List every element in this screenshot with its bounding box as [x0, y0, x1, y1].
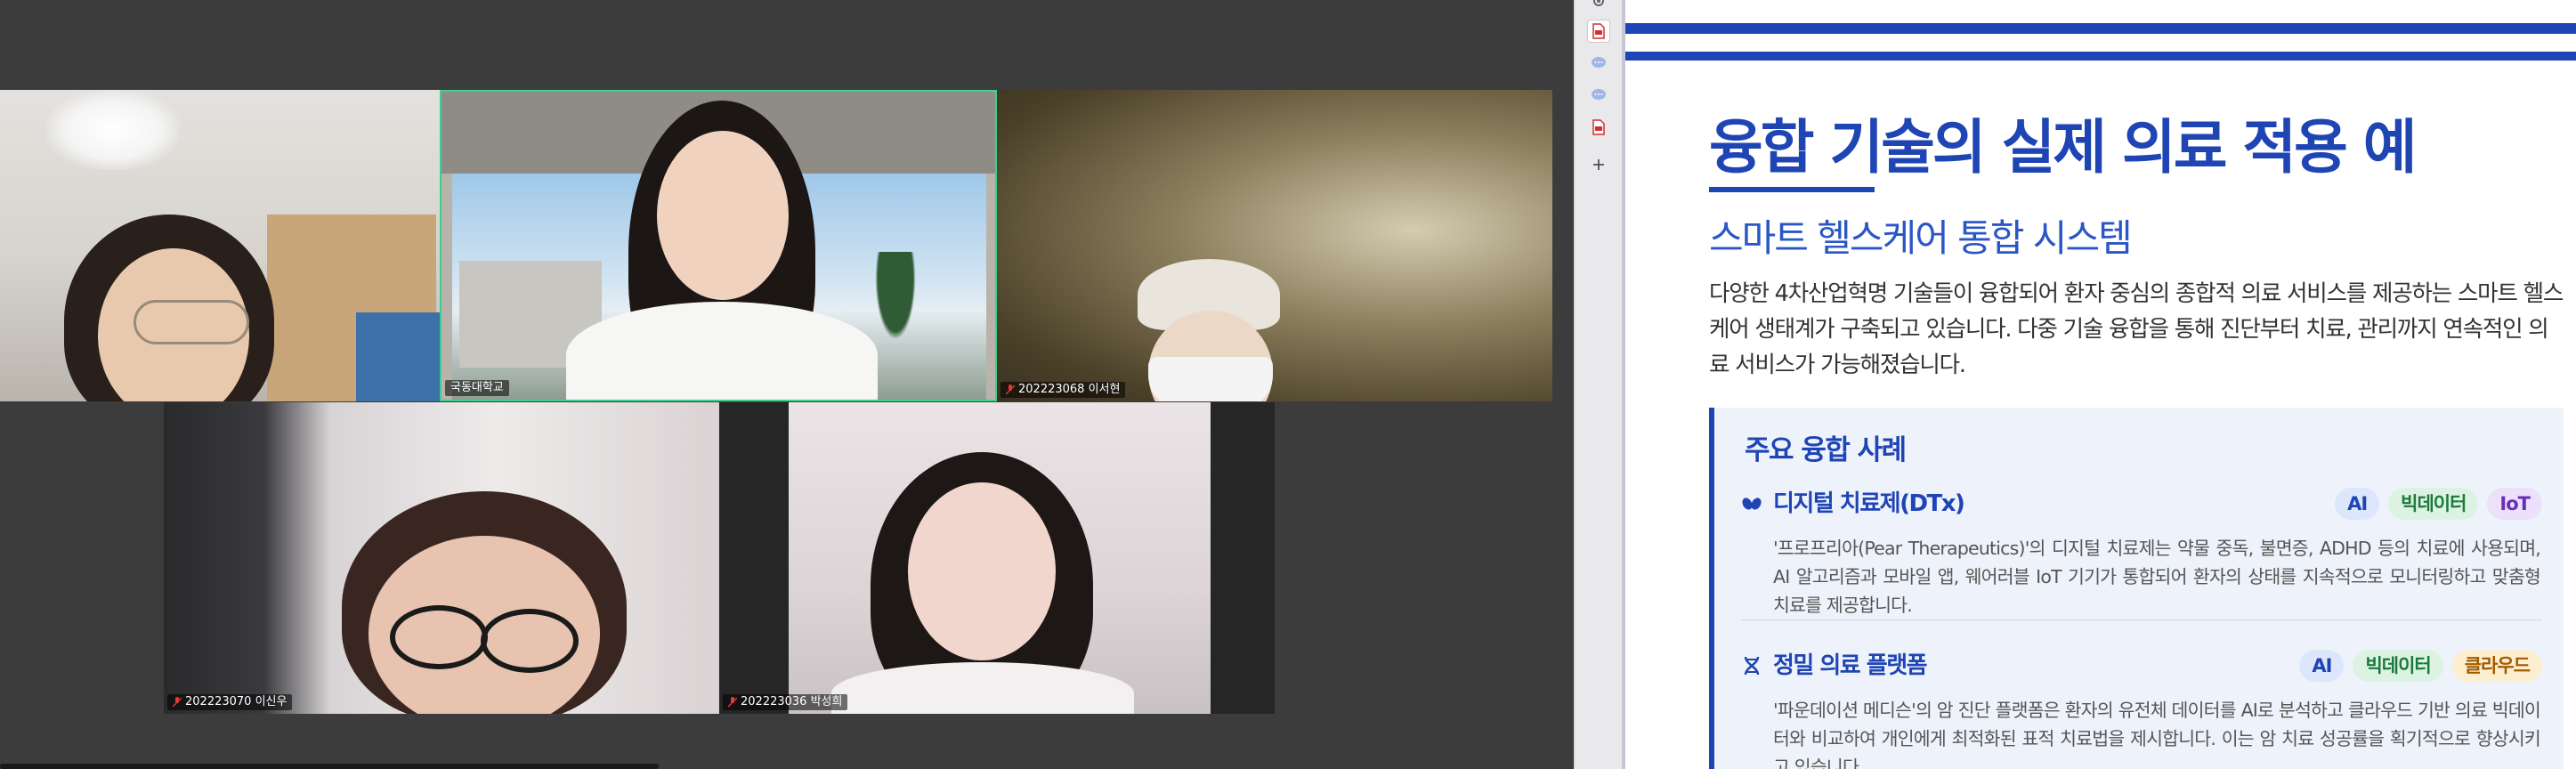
video-feed — [719, 402, 1275, 714]
cases-title: 주요 융합 사례 — [1745, 434, 1907, 466]
video-feed — [441, 92, 995, 400]
pdf-file-icon — [1592, 119, 1605, 135]
case-description: '프로프리아(Pear Therapeutics)'의 디지털 치료제는 약물 … — [1773, 538, 2541, 616]
title-underline — [1709, 187, 1875, 192]
case-separator — [1741, 619, 2542, 620]
pdf-file-button[interactable] — [1587, 20, 1610, 43]
slide-top-bar-thin — [1625, 52, 2576, 61]
participant-name: 202223036 박성희 — [741, 695, 843, 708]
participant-name-tag: 국동대학교 — [445, 380, 509, 396]
tag-iot: IoT — [2487, 488, 2542, 520]
microphone-muted-icon — [728, 697, 737, 708]
cases-box: 주요 융합 사례 디지털 치료제(DTx) AI 빅데이터 IoT '프로프리아… — [1709, 408, 2564, 769]
participant-name: 202223068 이서현 — [1018, 383, 1121, 396]
settings-button[interactable] — [1587, 0, 1610, 12]
glasses — [134, 300, 249, 344]
glasses — [390, 605, 488, 669]
video-tile-participant-1[interactable] — [0, 90, 440, 401]
chat-button[interactable] — [1587, 84, 1610, 107]
add-button[interactable] — [1587, 153, 1610, 176]
participant-name-tag: 202223068 이서현 — [1000, 382, 1126, 398]
video-tile-participant-2[interactable]: 국동대학교 — [440, 90, 997, 401]
video-feed — [997, 90, 1552, 401]
case-title: 디지털 치료제(DTx) — [1773, 490, 1965, 517]
slide-title: 융합 기술의 실제 의료 적용 예 — [1709, 113, 2418, 182]
dna-icon — [1744, 656, 1760, 676]
video-tile-participant-4[interactable]: 202223070 이신우 — [164, 402, 719, 714]
video-feed — [0, 90, 440, 401]
slide-intro-paragraph: 다양한 4차산업혁명 기술들이 융합되어 환자 중심의 종합적 의료 서비스를 … — [1709, 280, 2564, 378]
pdf-file-icon — [1592, 23, 1605, 39]
tag-ai: AI — [2299, 650, 2345, 682]
chat-bubble-icon — [1592, 57, 1606, 68]
tag-ai: AI — [2335, 488, 2380, 520]
tag-list: AI 빅데이터 IoT — [2335, 488, 2542, 520]
settings-icon — [1593, 0, 1604, 6]
add-icon — [1593, 159, 1604, 170]
glasses — [481, 609, 579, 673]
slide-subtitle: 스마트 헬스케어 통합 시스템 — [1709, 216, 2133, 260]
case-title: 정밀 의료 플랫폼 — [1773, 652, 1928, 679]
tag-cloud: 클라우드 — [2451, 650, 2542, 682]
slide-top-bar — [1625, 23, 2576, 34]
video-tile-participant-5[interactable]: 202223036 박성희 — [719, 402, 1275, 714]
pdf-file-button[interactable] — [1587, 116, 1610, 139]
side-toolbar — [1574, 0, 1622, 769]
case-header: 디지털 치료제(DTx) AI 빅데이터 IoT — [1741, 488, 2542, 523]
clothes-rack — [356, 312, 440, 401]
chat-button[interactable] — [1587, 52, 1610, 75]
participant-name-tag: 202223036 박성희 — [723, 694, 848, 710]
case-description: '파운데이션 메디슨'의 암 진단 플랫폼은 환자의 유전체 데이터를 AI로 … — [1773, 700, 2541, 769]
video-feed — [164, 402, 719, 714]
video-call-area: 국동대학교 202223068 이서현 202223070 이신우 202223… — [0, 0, 1574, 769]
face-mask — [1148, 357, 1273, 401]
participant-name-tag: 202223070 이신우 — [167, 694, 293, 710]
participant-name: 202223070 이신우 — [185, 695, 288, 708]
horizontal-scrollbar[interactable] — [0, 764, 659, 769]
presentation-slide: 융합 기술의 실제 의료 적용 예 스마트 헬스케어 통합 시스템 다양한 4차… — [1625, 0, 2576, 769]
video-tile-participant-3[interactable]: 202223068 이서현 — [997, 90, 1552, 401]
participant-name: 국동대학교 — [450, 381, 504, 394]
microphone-muted-icon — [1006, 384, 1015, 395]
pills-icon — [1742, 498, 1762, 510]
tag-bigdata: 빅데이터 — [2353, 650, 2443, 682]
tag-list: AI 빅데이터 클라우드 — [2299, 650, 2542, 682]
ceiling-light — [46, 90, 180, 170]
tag-bigdata: 빅데이터 — [2388, 488, 2479, 520]
chat-bubble-icon — [1592, 89, 1606, 100]
microphone-muted-icon — [173, 697, 182, 708]
case-header: 정밀 의료 플랫폼 AI 빅데이터 클라우드 — [1741, 650, 2542, 685]
